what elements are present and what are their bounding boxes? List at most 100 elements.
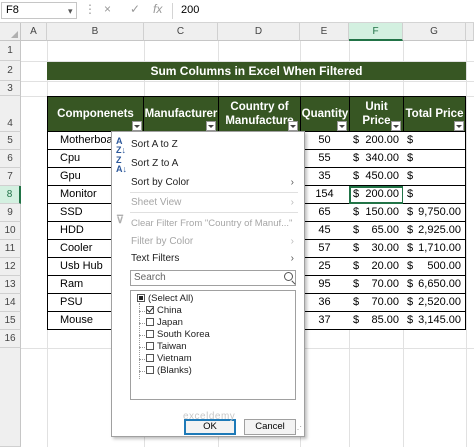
checkbox-empty-icon[interactable]: [146, 330, 154, 338]
enter-icon[interactable]: ✓: [130, 2, 140, 16]
row-header-15[interactable]: 15: [0, 312, 21, 330]
column-header-g[interactable]: G: [403, 23, 466, 41]
filter-list-item[interactable]: China: [146, 305, 182, 316]
name-box[interactable]: F8 ▾: [1, 2, 77, 19]
filter-list-item[interactable]: Taiwan: [146, 341, 187, 352]
currency-amount: 85.00: [371, 314, 399, 326]
filter-button-country[interactable]: [288, 121, 298, 131]
unit-price-cell[interactable]: $200.00: [349, 132, 404, 150]
unit-price-cell[interactable]: $85.00: [349, 312, 404, 330]
filter-list-item[interactable]: South Korea: [146, 329, 210, 340]
total-price-cell[interactable]: $6,650.00: [403, 276, 466, 294]
total-price-cell[interactable]: $9,750.00: [403, 204, 466, 222]
row-header-13[interactable]: 13: [0, 276, 21, 294]
filter-button-unit-price[interactable]: [391, 121, 401, 131]
row-header-9[interactable]: 9: [0, 204, 21, 222]
select-all-corner[interactable]: [0, 23, 21, 41]
quantity-cell[interactable]: 57: [300, 240, 350, 258]
checkbox-checked-icon[interactable]: [146, 306, 154, 314]
row-header-7[interactable]: 7: [0, 168, 21, 186]
unit-price-cell[interactable]: $450.00: [349, 168, 404, 186]
unit-price-cell[interactable]: $70.00: [349, 276, 404, 294]
row-header-6[interactable]: 6: [0, 150, 21, 168]
quantity-cell[interactable]: 154: [300, 186, 350, 204]
quantity-cell[interactable]: 65: [300, 204, 350, 222]
filter-search-box[interactable]: Search: [130, 270, 296, 286]
filter-button-total-price[interactable]: [454, 121, 464, 131]
checkbox-empty-icon[interactable]: [146, 318, 154, 326]
total-price-cell[interactable]: $18,700.00: [403, 150, 466, 168]
column-header-d[interactable]: D: [218, 23, 300, 41]
column-header-e[interactable]: E: [300, 23, 349, 41]
sheet-title[interactable]: Sum Columns in Excel When Filtered: [47, 62, 466, 80]
unit-price-cell[interactable]: $340.00: [349, 150, 404, 168]
column-header-b[interactable]: B: [47, 23, 144, 41]
quantity-cell[interactable]: 45: [300, 222, 350, 240]
filter-dropdown-menu[interactable]: A Z↓ Sort A to Z Z A↓ Sort Z to A Sort by …: [111, 131, 305, 437]
filter-button-quantity[interactable]: [337, 121, 347, 131]
column-header-f[interactable]: F: [349, 23, 403, 41]
unit-price-cell[interactable]: $200.00: [349, 186, 404, 204]
filter-values-list[interactable]: (Select All) China Japan South Korea Taiwan V…: [130, 290, 296, 400]
checkbox-empty-icon[interactable]: [146, 342, 154, 350]
total-price-cell[interactable]: $15,750.00: [403, 168, 466, 186]
row-header-2[interactable]: 2: [0, 61, 21, 81]
row-header-16[interactable]: 16: [0, 330, 21, 348]
resize-grip-icon[interactable]: ⋰: [294, 426, 302, 434]
chevron-down-icon[interactable]: ▾: [68, 6, 73, 17]
row-header-12[interactable]: 12: [0, 258, 21, 276]
quantity-cell[interactable]: 95: [300, 276, 350, 294]
total-price-cell[interactable]: $2,520.00: [403, 294, 466, 312]
formula-input[interactable]: 200: [181, 4, 199, 16]
cancel-icon[interactable]: ×: [104, 2, 111, 16]
quantity-cell[interactable]: 50: [300, 132, 350, 150]
row-header-5[interactable]: 5: [0, 132, 21, 150]
filter-list-item-label: Japan: [157, 317, 183, 328]
column-header-c[interactable]: C: [144, 23, 218, 41]
filter-list-item[interactable]: (Blanks): [146, 365, 192, 376]
total-price-cell[interactable]: $500.00: [403, 258, 466, 276]
quantity-cell[interactable]: 36: [300, 294, 350, 312]
checkbox-empty-icon[interactable]: [146, 366, 154, 374]
unit-price-cell[interactable]: $150.00: [349, 204, 404, 222]
quantity-cell[interactable]: 37: [300, 312, 350, 330]
quantity-cell[interactable]: 35: [300, 168, 350, 186]
checkbox-partial-icon[interactable]: [137, 294, 145, 302]
row-header-4[interactable]: 4: [0, 96, 21, 132]
cancel-button[interactable]: Cancel: [244, 419, 296, 435]
column-header-a[interactable]: A: [21, 23, 47, 41]
total-price-cell[interactable]: $2,925.00: [403, 222, 466, 240]
row-header-1[interactable]: 1: [0, 41, 21, 61]
unit-price-cell[interactable]: $70.00: [349, 294, 404, 312]
quantity-cell[interactable]: 55: [300, 150, 350, 168]
total-price-cell[interactable]: $3,145.00: [403, 312, 466, 330]
total-price-cell[interactable]: $30,800.00: [403, 186, 466, 204]
unit-price-cell[interactable]: $30.00: [349, 240, 404, 258]
currency-amount: 3,145.00: [418, 314, 461, 326]
row-header-10[interactable]: 10: [0, 222, 21, 240]
row-header-8[interactable]: 8: [0, 186, 21, 204]
total-price-cell[interactable]: $10,000.00: [403, 132, 466, 150]
menu-sort-by-color[interactable]: Sort by Color: [131, 177, 189, 188]
header-components[interactable]: Componenets: [47, 96, 144, 132]
filter-list-item[interactable]: (Select All): [137, 293, 193, 304]
column-header-next[interactable]: [466, 23, 474, 41]
insert-function-icon[interactable]: fx: [153, 2, 162, 16]
unit-price-cell[interactable]: $65.00: [349, 222, 404, 240]
menu-sort-az[interactable]: Sort A to Z: [131, 139, 178, 150]
filter-search-placeholder: Search: [134, 272, 166, 283]
row-header-11[interactable]: 11: [0, 240, 21, 258]
menu-text-filters[interactable]: Text Filters: [131, 253, 179, 264]
unit-price-cell[interactable]: $20.00: [349, 258, 404, 276]
filter-button-components[interactable]: [132, 121, 142, 131]
row-header-3[interactable]: 3: [0, 81, 21, 96]
quantity-cell[interactable]: 25: [300, 258, 350, 276]
filter-list-item[interactable]: Vietnam: [146, 353, 192, 364]
filter-list-item[interactable]: Japan: [146, 317, 183, 328]
currency-symbol: $: [407, 170, 414, 182]
menu-sort-za[interactable]: Sort Z to A: [131, 158, 178, 169]
filter-button-manufacturer[interactable]: [206, 121, 216, 131]
row-header-14[interactable]: 14: [0, 294, 21, 312]
checkbox-empty-icon[interactable]: [146, 354, 154, 362]
total-price-cell[interactable]: $1,710.00: [403, 240, 466, 258]
